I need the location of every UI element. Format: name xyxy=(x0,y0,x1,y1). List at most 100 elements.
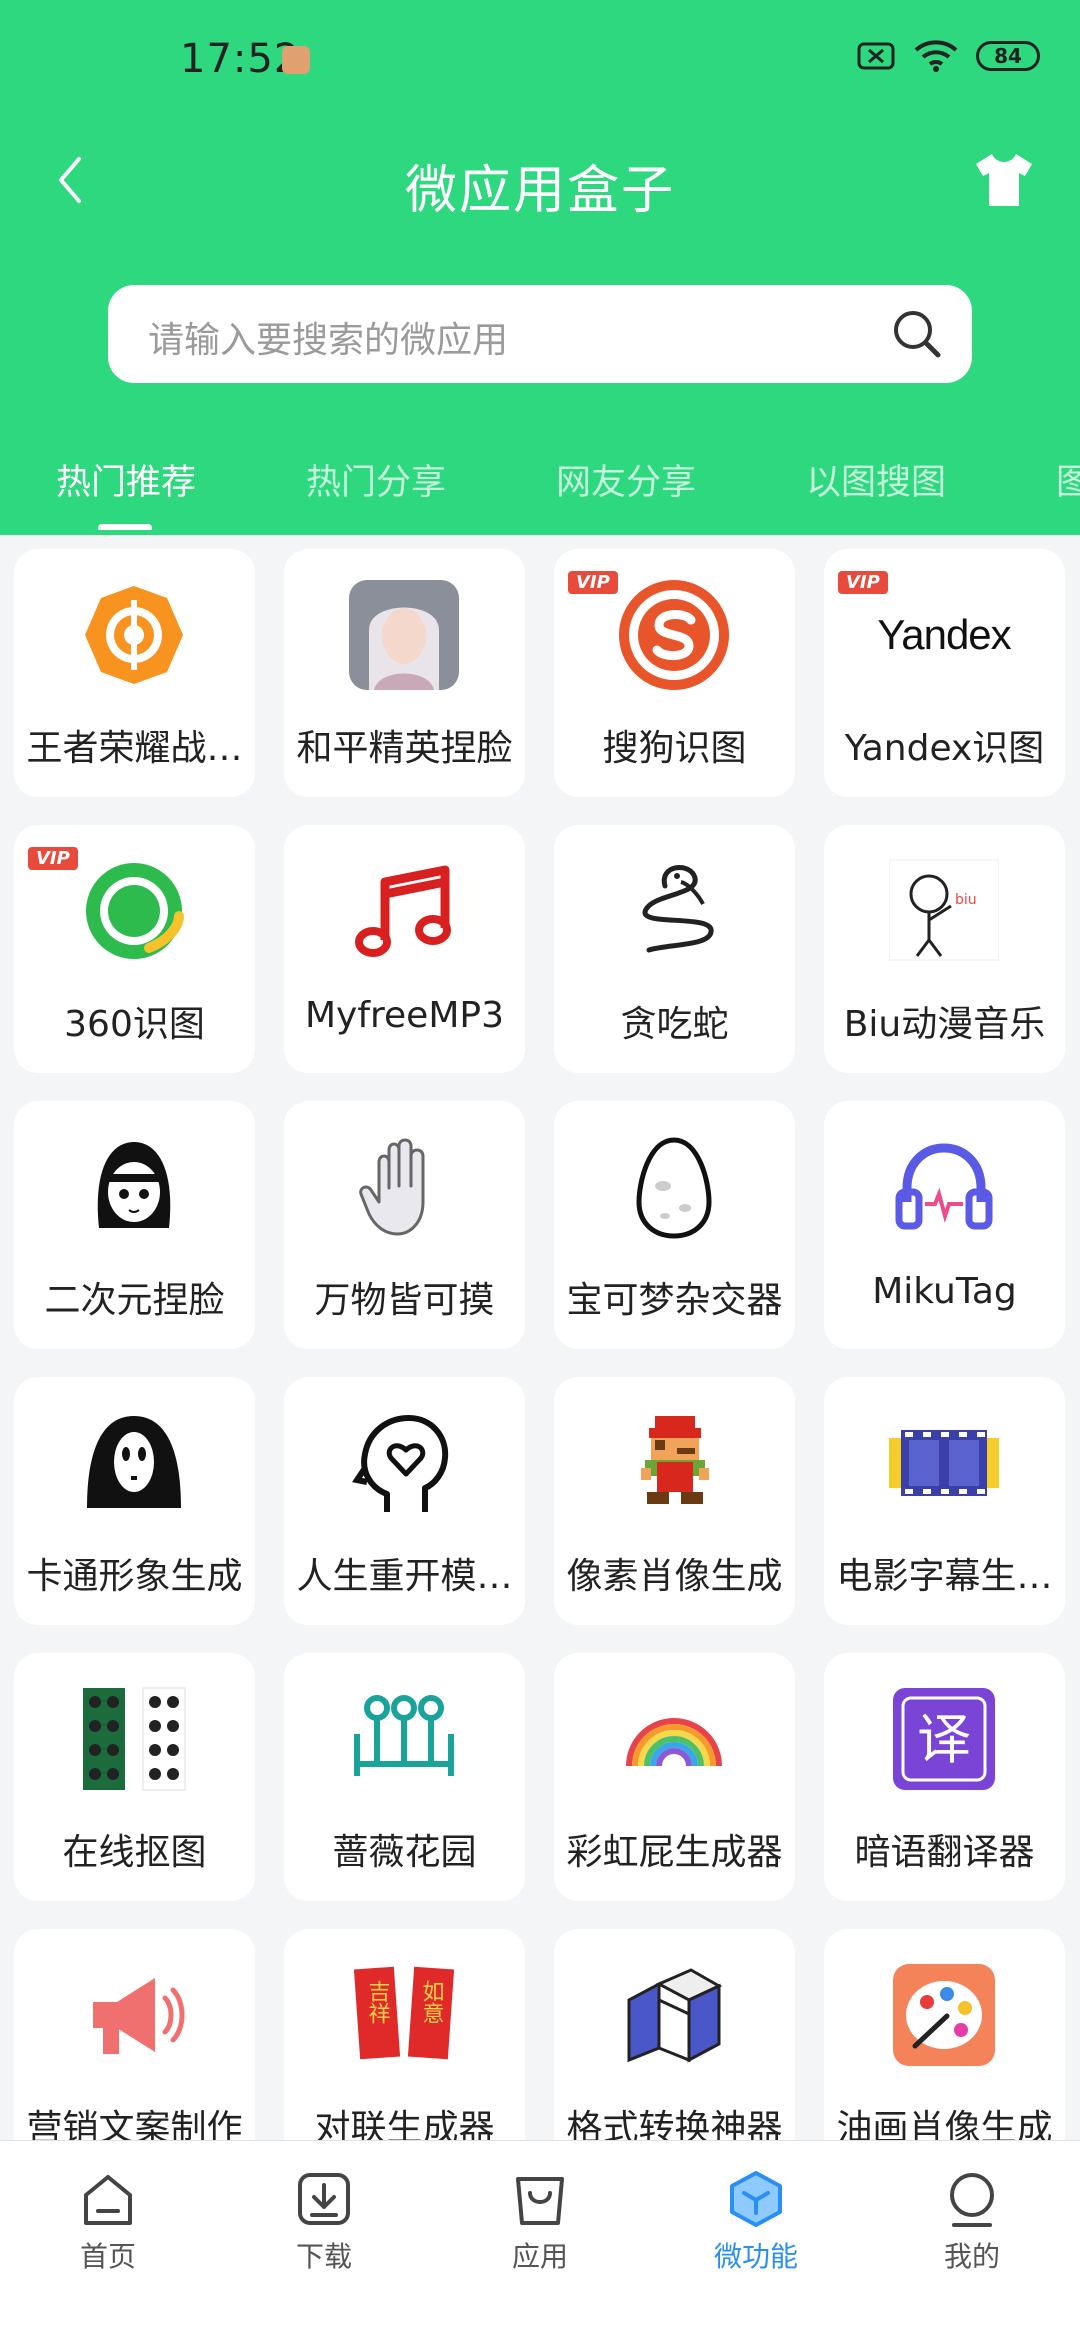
app-label: Yandex识图 xyxy=(844,728,1045,769)
app-label: 营销文案制作 xyxy=(26,2108,243,2140)
svg-text:吉祥: 吉祥 xyxy=(365,1980,391,2024)
app-label: 电影字幕生… xyxy=(836,1556,1053,1597)
cartoon-person-icon: biu xyxy=(884,851,1004,971)
nav-home[interactable]: 首页 xyxy=(28,2169,188,2289)
app-card[interactable]: VIP Yandex Yandex识图 xyxy=(824,549,1065,797)
nav-label: 首页 xyxy=(79,2240,136,2273)
app-label: 蔷薇花园 xyxy=(332,1832,477,1873)
page-title: 微应用盒子 xyxy=(404,161,675,221)
app-card[interactable]: 人生重开模… xyxy=(284,1377,525,1625)
app-label: 和平精英捏脸 xyxy=(296,728,513,769)
cube-icon xyxy=(730,2171,782,2227)
egg-icon xyxy=(614,1127,734,1247)
tab-hot-share[interactable]: 热门分享 xyxy=(306,454,446,505)
search-bar[interactable]: 请输入要搜索的微应用 xyxy=(108,285,972,383)
sogou-icon xyxy=(614,575,734,695)
nav-apps[interactable]: 应用 xyxy=(460,2169,620,2289)
wifi-icon xyxy=(914,40,958,72)
svg-text:如意: 如意 xyxy=(419,1980,444,2024)
360-icon xyxy=(74,851,194,971)
rainbow-icon xyxy=(614,1679,734,1799)
app-label: 贪吃蛇 xyxy=(620,1004,729,1045)
app-label: 暗语翻译器 xyxy=(854,1832,1035,1873)
avatar-face-icon xyxy=(344,575,464,695)
app-card[interactable]: biu Biu动漫音乐 xyxy=(824,825,1065,1073)
app-card[interactable]: 译 暗语翻译器 xyxy=(824,1653,1065,1901)
music-note-icon xyxy=(344,851,464,971)
app-label: 搜狗识图 xyxy=(602,728,747,769)
palette-icon xyxy=(884,1955,1004,2075)
pixel-mario-icon xyxy=(614,1403,734,1523)
app-label: MikuTag xyxy=(872,1271,1017,1312)
app-label: 人生重开模… xyxy=(296,1556,513,1597)
nav-download[interactable]: 下载 xyxy=(244,2169,404,2289)
tab-user-share[interactable]: 网友分享 xyxy=(556,454,696,505)
app-card[interactable]: 吉祥 如意 对联生成器 xyxy=(284,1929,525,2140)
app-label: 油画肖像生成 xyxy=(836,2108,1053,2140)
app-card[interactable]: 在线抠图 xyxy=(14,1653,255,1901)
search-input[interactable]: 请输入要搜索的微应用 xyxy=(148,311,508,363)
couplet-icon: 吉祥 如意 xyxy=(344,1955,464,2075)
nav-profile[interactable]: 我的 xyxy=(892,2169,1052,2289)
app-card[interactable]: 王者荣耀战… xyxy=(14,549,255,797)
home-icon xyxy=(84,2175,132,2225)
snake-icon xyxy=(614,851,734,971)
ghost-mask-icon xyxy=(74,1403,194,1523)
translate-icon: 译 xyxy=(884,1679,1004,1799)
nav-micro-functions[interactable]: 微功能 xyxy=(676,2169,836,2289)
app-label: 彩虹屁生成器 xyxy=(566,1832,783,1873)
app-card[interactable]: 万物皆可摸 xyxy=(284,1101,525,1349)
category-tabs: 热门推荐 热门分享 网友分享 以图搜图 图 xyxy=(0,440,1080,530)
app-card[interactable]: 像素肖像生成 xyxy=(554,1377,795,1625)
app-card[interactable]: MikuTag xyxy=(824,1101,1065,1349)
app-card[interactable]: 贪吃蛇 xyxy=(554,825,795,1073)
app-card[interactable]: 卡通形象生成 xyxy=(14,1377,255,1625)
app-card[interactable]: 彩虹屁生成器 xyxy=(554,1653,795,1901)
tab-more[interactable]: 图 xyxy=(1056,454,1080,505)
app-card[interactable]: 蔷薇花园 xyxy=(284,1653,525,1901)
nav-label: 下载 xyxy=(295,2240,352,2273)
sim-off-icon xyxy=(857,42,895,70)
shield-icon xyxy=(282,46,310,74)
app-card[interactable]: 和平精英捏脸 xyxy=(284,549,525,797)
app-card[interactable]: 二次元捏脸 xyxy=(14,1101,255,1349)
nav-label: 我的 xyxy=(943,2240,1000,2273)
status-icons: 84 xyxy=(856,40,1040,72)
app-card[interactable]: 油画肖像生成 xyxy=(824,1929,1065,2140)
app-label: 卡通形象生成 xyxy=(26,1556,243,1597)
app-card[interactable]: VIP 搜狗识图 xyxy=(554,549,795,797)
tab-hot-recommend[interactable]: 热门推荐 xyxy=(56,454,196,505)
app-label: MyfreeMP3 xyxy=(304,995,505,1036)
search-icon[interactable] xyxy=(890,307,944,361)
app-label: 在线抠图 xyxy=(62,1832,207,1873)
svg-text:biu: biu xyxy=(955,892,977,908)
megaphone-icon xyxy=(74,1955,194,2075)
bag-icon xyxy=(516,2177,564,2225)
app-label: 格式转换神器 xyxy=(566,2108,783,2140)
vip-badge: VIP xyxy=(838,571,888,594)
app-card[interactable]: 宝可梦杂交器 xyxy=(554,1101,795,1349)
app-label: Biu动漫音乐 xyxy=(843,1004,1046,1045)
app-grid: 王者荣耀战… 和平精英捏脸 VIP 搜狗识图 VIP Yandex Yandex… xyxy=(0,535,1080,2140)
app-card[interactable]: 电影字幕生… xyxy=(824,1377,1065,1625)
target-flame-icon xyxy=(74,575,194,695)
app-card[interactable]: MyfreeMP3 xyxy=(284,825,525,1073)
nav-label: 应用 xyxy=(511,2240,568,2273)
hand-icon xyxy=(344,1127,464,1247)
convert-cube-icon xyxy=(614,1955,734,2075)
garden-fence-icon xyxy=(344,1679,464,1799)
app-card[interactable]: VIP 360识图 xyxy=(14,825,255,1073)
headphones-icon xyxy=(884,1127,1004,1247)
anime-girl-icon xyxy=(74,1127,194,1247)
tab-image-search[interactable]: 以图搜图 xyxy=(806,454,946,505)
profile-icon xyxy=(950,2173,994,2227)
app-card[interactable]: 营销文案制作 xyxy=(14,1929,255,2140)
battery-indicator: 84 xyxy=(976,41,1040,71)
theme-button[interactable] xyxy=(972,148,1036,212)
yandex-logo: Yandex xyxy=(877,611,1011,658)
vip-badge: VIP xyxy=(28,847,78,870)
app-card[interactable]: 格式转换神器 xyxy=(554,1929,795,2140)
svg-text:译: 译 xyxy=(917,1708,971,1771)
app-label: 对联生成器 xyxy=(314,2108,495,2140)
title-bar: 微应用盒子 xyxy=(0,140,1080,221)
